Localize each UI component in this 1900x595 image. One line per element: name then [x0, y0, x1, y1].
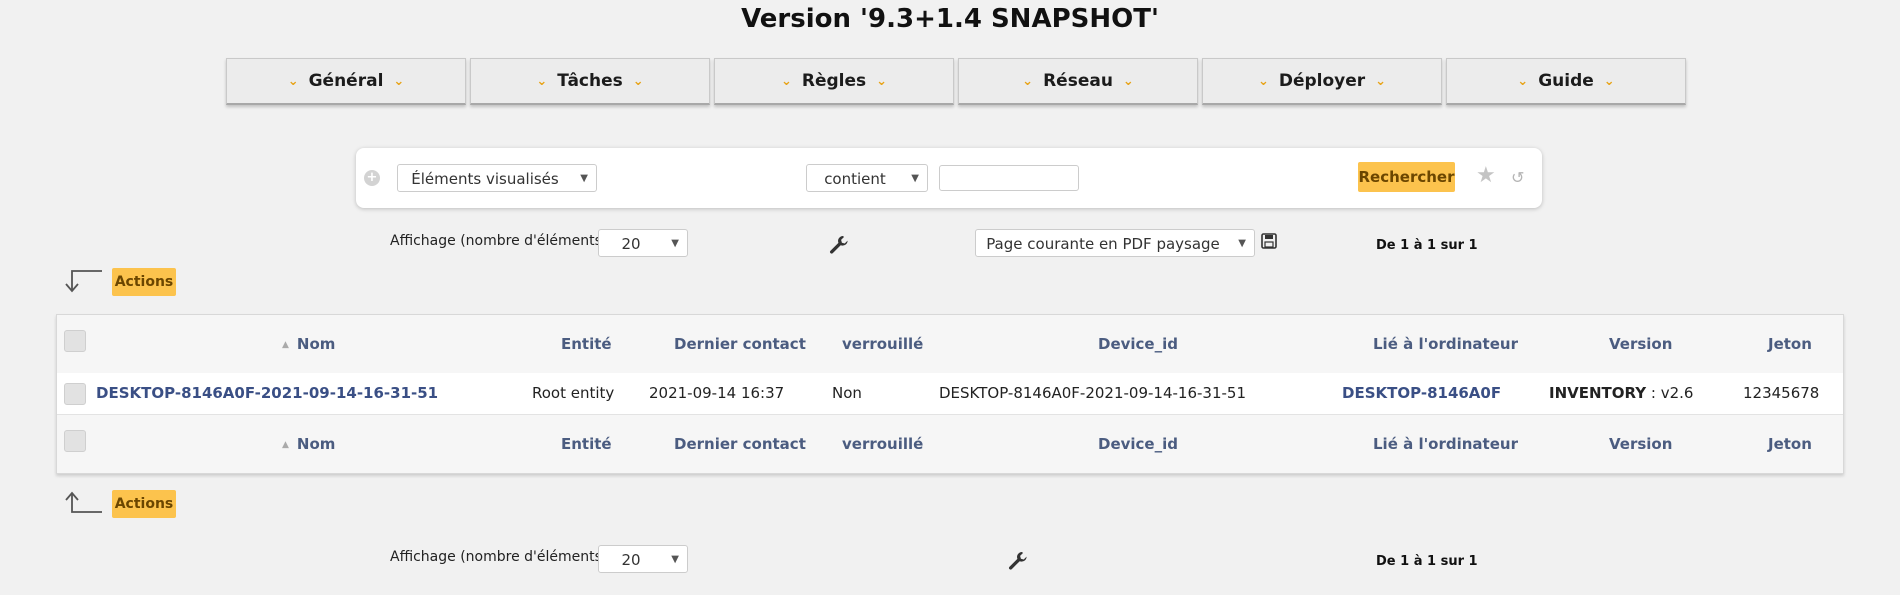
actions-button-top[interactable]: Actions [112, 268, 176, 296]
col-entite[interactable]: Entité [561, 315, 612, 373]
chevron-down-icon: ⌄ [1517, 73, 1529, 89]
search-panel: + Éléments visualisés ▼ contient ▼ Reche… [356, 148, 1542, 208]
menu-label: Réseau [1043, 71, 1113, 91]
table-row: DESKTOP-8146A0F-2021-09-14-16-31-51 Root… [57, 373, 1843, 415]
pagination-range: De 1 à 1 sur 1 [1376, 238, 1478, 253]
row-computer-link[interactable]: DESKTOP-8146A0F [1342, 373, 1501, 414]
arrow-down-left-icon [65, 270, 102, 293]
menu-regles[interactable]: ⌄ Règles ⌄ [714, 58, 954, 105]
pagination-range-bottom: De 1 à 1 sur 1 [1376, 554, 1478, 569]
dropdown-arrow-icon: ▼ [580, 173, 588, 184]
col-lie-ordinateur[interactable]: Lié à l'ordinateur [1373, 315, 1518, 373]
menu-taches[interactable]: ⌄ Tâches ⌄ [470, 58, 710, 105]
search-operator-select[interactable]: contient ▼ [806, 164, 928, 192]
display-count-label: Affichage (nombre d'éléments) [390, 233, 608, 249]
chevron-down-icon: ⌄ [536, 73, 548, 89]
wrench-icon[interactable] [828, 234, 850, 256]
select-all-checkbox-bottom[interactable] [64, 430, 86, 452]
main-menu: ⌄ Général ⌄ ⌄ Tâches ⌄ ⌄ Règles ⌄ ⌄ Rése… [226, 58, 1690, 105]
display-count-value: 20 [621, 551, 641, 569]
sort-icon: ▲ [282, 440, 289, 450]
col-label: Nom [296, 335, 336, 353]
chevron-down-icon: ⌄ [632, 73, 644, 89]
chevron-down-icon: ⌄ [1603, 73, 1615, 89]
display-count-label: Affichage (nombre d'éléments) [390, 549, 608, 565]
col-nom[interactable]: ▲ Nom [282, 415, 335, 473]
display-count-select[interactable]: 20 ▼ [598, 229, 688, 257]
add-criteria-icon[interactable]: + [364, 170, 380, 186]
col-version[interactable]: Version [1609, 415, 1672, 473]
col-version[interactable]: Version [1609, 315, 1672, 373]
chevron-down-icon: ⌄ [1257, 73, 1269, 89]
chevron-down-icon: ⌄ [780, 73, 792, 89]
col-dernier-contact[interactable]: Dernier contact [674, 315, 806, 373]
col-jeton[interactable]: Jeton [1768, 315, 1812, 373]
chevron-down-icon: ⌄ [1375, 73, 1387, 89]
col-nom[interactable]: ▲ Nom [282, 315, 335, 373]
search-button[interactable]: Rechercher [1358, 162, 1455, 192]
search-operator-value: contient [824, 170, 886, 188]
col-jeton[interactable]: Jeton [1768, 415, 1812, 473]
chevron-down-icon: ⌄ [1022, 73, 1034, 89]
chevron-down-icon: ⌄ [287, 73, 299, 89]
save-icon[interactable] [1261, 233, 1277, 249]
col-lie-ordinateur[interactable]: Lié à l'ordinateur [1373, 415, 1518, 473]
dropdown-arrow-icon: ▼ [671, 554, 679, 565]
results-table: ▲ Nom Entité Dernier contact verrouillé D… [56, 314, 1844, 474]
row-nom-link[interactable]: DESKTOP-8146A0F-2021-09-14-16-31-51 [96, 373, 438, 414]
row-verrouille: Non [832, 384, 862, 402]
star-icon[interactable]: ★ [1476, 163, 1496, 188]
row-device-id: DESKTOP-8146A0F-2021-09-14-16-31-51 [939, 384, 1247, 402]
search-field-select[interactable]: Éléments visualisés ▼ [397, 164, 597, 192]
arrow-up-left-icon [65, 491, 102, 513]
menu-label: Guide [1538, 71, 1594, 91]
page-title: Version '9.3+1.4 SNAPSHOT' [741, 4, 1159, 34]
actions-button-bottom[interactable]: Actions [112, 490, 176, 518]
chevron-down-icon: ⌄ [876, 73, 888, 89]
display-count-select-bottom[interactable]: 20 ▼ [598, 545, 688, 573]
sort-icon: ▲ [282, 340, 289, 350]
search-value-input[interactable] [939, 165, 1079, 191]
col-verrouille[interactable]: verrouillé [842, 315, 923, 373]
menu-label: Général [308, 71, 384, 91]
row-entite: Root entity [532, 384, 615, 402]
menu-reseau[interactable]: ⌄ Réseau ⌄ [958, 58, 1198, 105]
table-header: ▲ Nom Entité Dernier contact verrouillé D… [57, 315, 1843, 374]
dropdown-arrow-icon: ▼ [911, 173, 919, 184]
menu-general[interactable]: ⌄ Général ⌄ [226, 58, 466, 105]
row-version-val: : v2.6 [1646, 384, 1694, 402]
menu-guide[interactable]: ⌄ Guide ⌄ [1446, 58, 1686, 105]
export-select-value: Page courante en PDF paysage [986, 235, 1220, 253]
menu-label: Tâches [557, 71, 623, 91]
row-checkbox[interactable] [64, 383, 86, 405]
display-count-value: 20 [621, 235, 641, 253]
col-verrouille[interactable]: verrouillé [842, 415, 923, 473]
reset-icon[interactable]: ↺ [1511, 168, 1524, 187]
dropdown-arrow-icon: ▼ [1238, 238, 1246, 249]
menu-label: Déployer [1278, 71, 1366, 91]
wrench-icon[interactable] [1007, 550, 1029, 572]
chevron-down-icon: ⌄ [393, 73, 405, 89]
export-select[interactable]: Page courante en PDF paysage ▼ [975, 229, 1255, 257]
col-device-id[interactable]: Device_id [1098, 315, 1178, 373]
search-field-value: Éléments visualisés [411, 170, 559, 188]
table-footer: ▲ Nom Entité Dernier contact verrouillé D… [57, 415, 1843, 473]
dropdown-arrow-icon: ▼ [671, 238, 679, 249]
select-all-checkbox[interactable] [64, 330, 86, 352]
row-dernier-contact: 2021-09-14 16:37 [649, 384, 785, 402]
row-version-key: INVENTORY [1549, 384, 1647, 402]
row-jeton: 12345678 [1743, 384, 1820, 402]
menu-deployer[interactable]: ⌄ Déployer ⌄ [1202, 58, 1442, 105]
menu-label: Règles [801, 71, 867, 91]
col-entite[interactable]: Entité [561, 415, 612, 473]
col-device-id[interactable]: Device_id [1098, 415, 1178, 473]
col-label: Nom [296, 435, 336, 453]
chevron-down-icon: ⌄ [1122, 73, 1134, 89]
row-version: INVENTORY : v2.6 [1549, 373, 1693, 414]
col-dernier-contact[interactable]: Dernier contact [674, 415, 806, 473]
